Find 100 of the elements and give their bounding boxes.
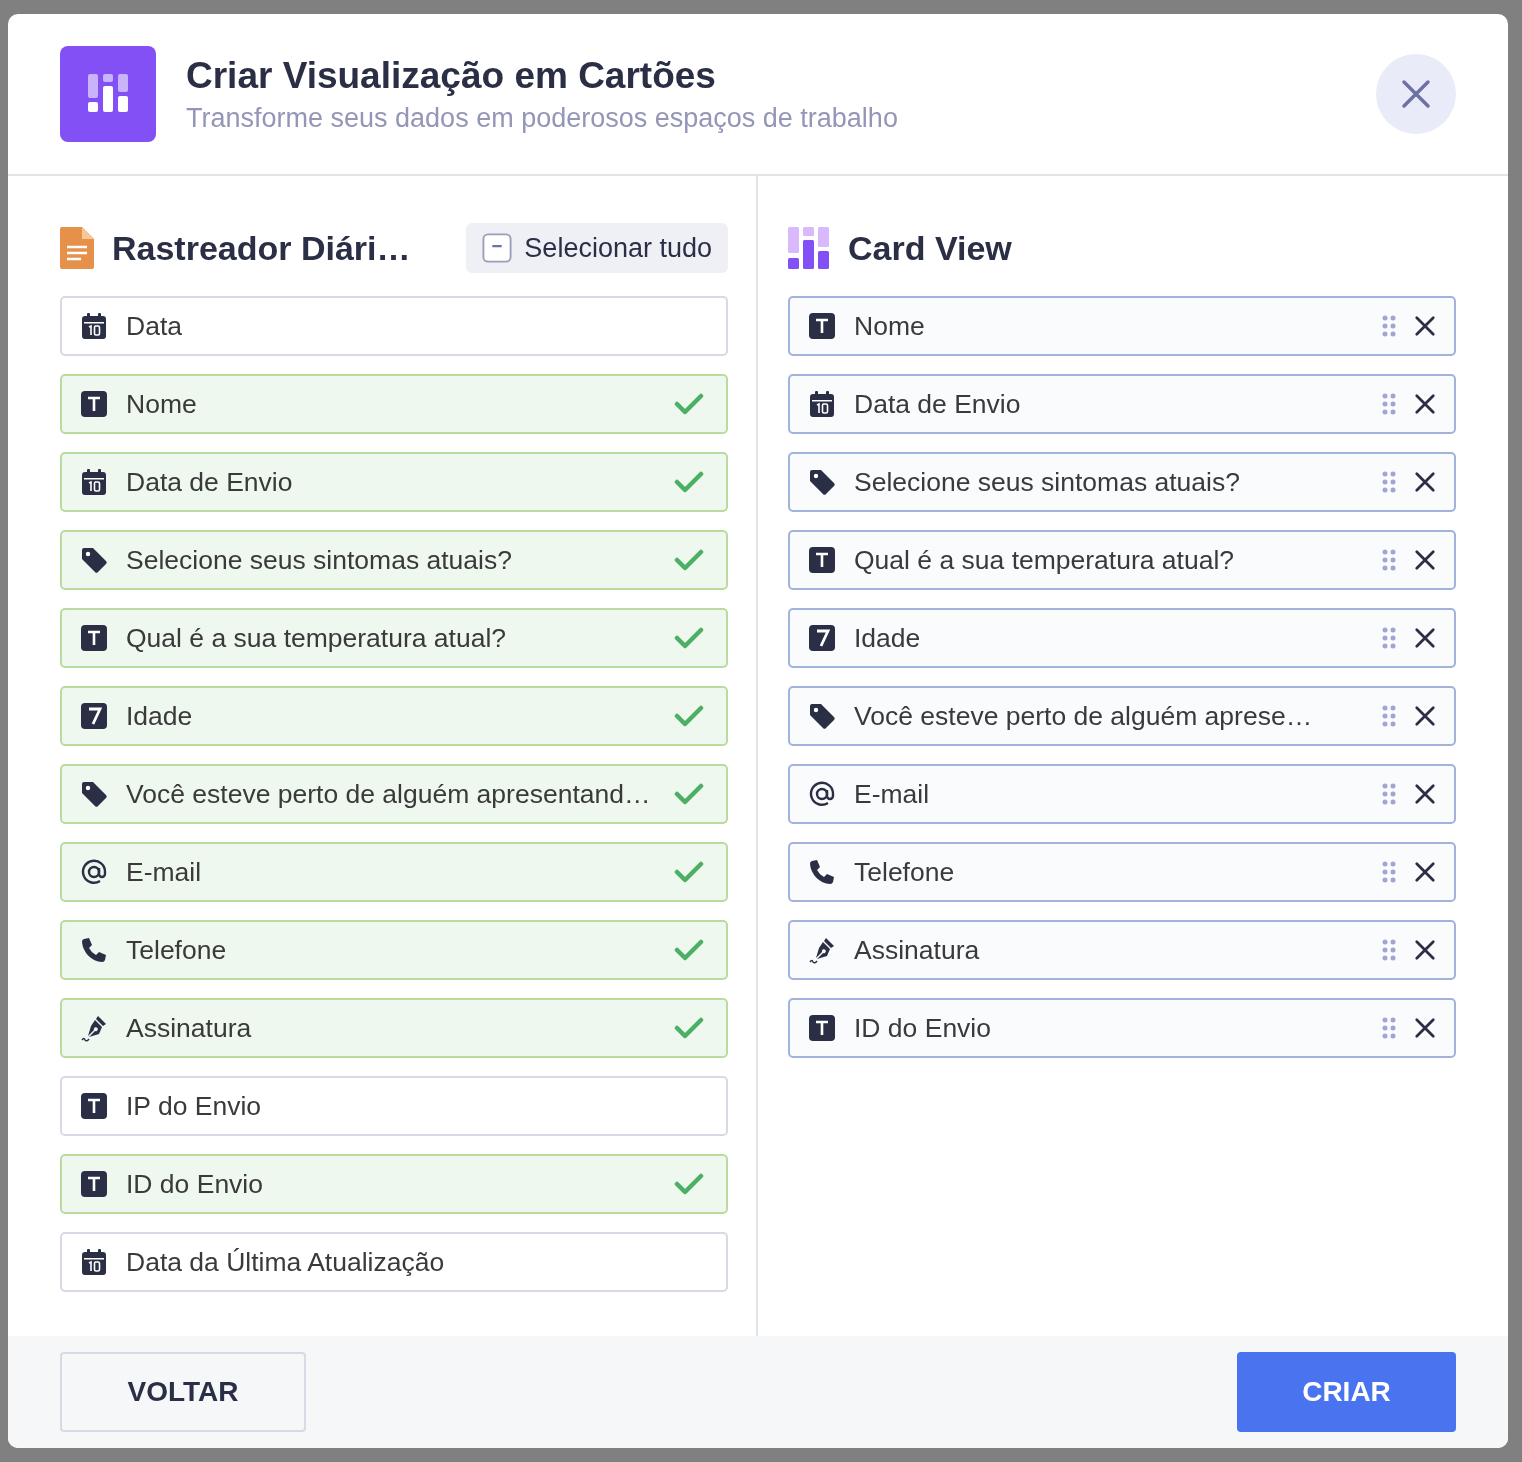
drag-handle-icon[interactable]: [1382, 939, 1396, 961]
field-label: Nome: [854, 310, 926, 342]
create-button[interactable]: CRIAR: [1237, 1352, 1456, 1432]
drag-handle-icon[interactable]: [1382, 471, 1396, 493]
phone-icon: [80, 936, 108, 964]
field-option[interactable]: IP do Envio: [60, 1076, 728, 1136]
card-field[interactable]: E-mail: [788, 764, 1456, 824]
field-label: Telefone: [126, 934, 228, 966]
pen-nib-icon: [80, 1014, 108, 1042]
text-type-icon: [808, 312, 836, 340]
checkmark-icon: [674, 1016, 704, 1040]
checkmark-icon: [674, 626, 704, 650]
calendar-icon: [80, 1248, 108, 1276]
field-option[interactable]: Nome: [60, 374, 728, 434]
close-icon: [1401, 79, 1431, 109]
field-label: Data de Envio: [126, 466, 294, 498]
checkmark-icon: [674, 860, 704, 884]
remove-icon[interactable]: [1414, 861, 1436, 883]
card-field[interactable]: Assinatura: [788, 920, 1456, 980]
drag-handle-icon[interactable]: [1382, 627, 1396, 649]
field-option[interactable]: Selecione seus sintomas atuais?: [60, 530, 728, 590]
field-option[interactable]: Data: [60, 296, 728, 356]
card-field[interactable]: Selecione seus sintomas atuais?: [788, 452, 1456, 512]
drag-handle-icon[interactable]: [1382, 1017, 1396, 1039]
drag-handle-icon[interactable]: [1382, 393, 1396, 415]
card-field[interactable]: ID do Envio: [788, 998, 1456, 1058]
tag-icon: [808, 468, 836, 496]
field-label: Selecione seus sintomas atuais?: [126, 544, 513, 576]
remove-icon[interactable]: [1414, 1017, 1436, 1039]
card-field[interactable]: Idade: [788, 608, 1456, 668]
number-type-icon: [80, 702, 108, 730]
text-type-icon: [80, 1092, 108, 1120]
partial-checkbox-icon: [482, 233, 513, 263]
at-sign-icon: [808, 780, 836, 808]
text-type-icon: [80, 1170, 108, 1198]
field-label: ID do Envio: [854, 1012, 992, 1044]
field-option[interactable]: Qual é a sua temperatura atual?: [60, 608, 728, 668]
phone-icon: [808, 858, 836, 886]
source-title: Rastreador Diári…: [112, 228, 412, 268]
calendar-icon: [808, 390, 836, 418]
card-field[interactable]: Qual é a sua temperatura atual?: [788, 530, 1456, 590]
field-option[interactable]: Data de Envio: [60, 452, 728, 512]
remove-icon[interactable]: [1414, 549, 1436, 571]
field-label: Assinatura: [126, 1012, 253, 1044]
remove-icon[interactable]: [1414, 783, 1436, 805]
checkmark-icon: [674, 392, 704, 416]
tag-icon: [80, 780, 108, 808]
field-option[interactable]: Idade: [60, 686, 728, 746]
checkmark-icon: [674, 548, 704, 572]
text-type-icon: [80, 390, 108, 418]
back-button[interactable]: VOLTAR: [60, 1352, 306, 1432]
tag-icon: [80, 546, 108, 574]
remove-icon[interactable]: [1414, 705, 1436, 727]
dialog-subtitle: Transforme seus dados em poderosos espaços de trabalho: [186, 102, 899, 134]
field-label: Nome: [126, 388, 198, 420]
remove-icon[interactable]: [1414, 471, 1436, 493]
card-view-icon: [788, 227, 830, 269]
checkmark-icon: [674, 1172, 704, 1196]
calendar-icon: [80, 468, 108, 496]
remove-icon[interactable]: [1414, 939, 1436, 961]
drag-handle-icon[interactable]: [1382, 783, 1396, 805]
field-label: E-mail: [126, 856, 203, 888]
checkmark-icon: [674, 782, 704, 806]
document-icon: [60, 227, 94, 269]
field-label: Data da Última Atualização: [126, 1246, 446, 1278]
text-type-icon: [808, 1014, 836, 1042]
at-sign-icon: [80, 858, 108, 886]
card-view-logo-icon: [60, 46, 156, 142]
remove-icon[interactable]: [1414, 393, 1436, 415]
field-label: Data de Envio: [854, 388, 1022, 420]
remove-icon[interactable]: [1414, 315, 1436, 337]
drag-handle-icon[interactable]: [1382, 705, 1396, 727]
remove-icon[interactable]: [1414, 627, 1436, 649]
field-label: Idade: [126, 700, 194, 732]
field-label: E-mail: [854, 778, 931, 810]
field-label: Qual é a sua temperatura atual?: [854, 544, 1236, 576]
field-option[interactable]: E-mail: [60, 842, 728, 902]
tag-icon: [808, 702, 836, 730]
field-option[interactable]: Assinatura: [60, 998, 728, 1058]
field-label: Você esteve perto de alguém apresentand…: [126, 778, 652, 810]
field-option[interactable]: Você esteve perto de alguém apresentand…: [60, 764, 728, 824]
card-field[interactable]: Telefone: [788, 842, 1456, 902]
field-option[interactable]: Data da Última Atualização: [60, 1232, 728, 1292]
field-option[interactable]: Telefone: [60, 920, 728, 980]
card-field[interactable]: Data de Envio: [788, 374, 1456, 434]
field-option[interactable]: ID do Envio: [60, 1154, 728, 1214]
target-title: Card View: [848, 228, 1013, 268]
field-label: Qual é a sua temperatura atual?: [126, 622, 508, 654]
card-field[interactable]: Nome: [788, 296, 1456, 356]
dialog-title: Criar Visualização em Cartões: [186, 54, 717, 97]
select-all-button[interactable]: Selecionar tudo: [466, 223, 728, 273]
checkmark-icon: [674, 470, 704, 494]
field-label: IP do Envio: [126, 1090, 263, 1122]
drag-handle-icon[interactable]: [1382, 315, 1396, 337]
drag-handle-icon[interactable]: [1382, 549, 1396, 571]
drag-handle-icon[interactable]: [1382, 861, 1396, 883]
field-label: Assinatura: [854, 934, 981, 966]
number-type-icon: [808, 624, 836, 652]
field-label: Idade: [854, 622, 922, 654]
card-field[interactable]: Você esteve perto de alguém aprese…: [788, 686, 1456, 746]
